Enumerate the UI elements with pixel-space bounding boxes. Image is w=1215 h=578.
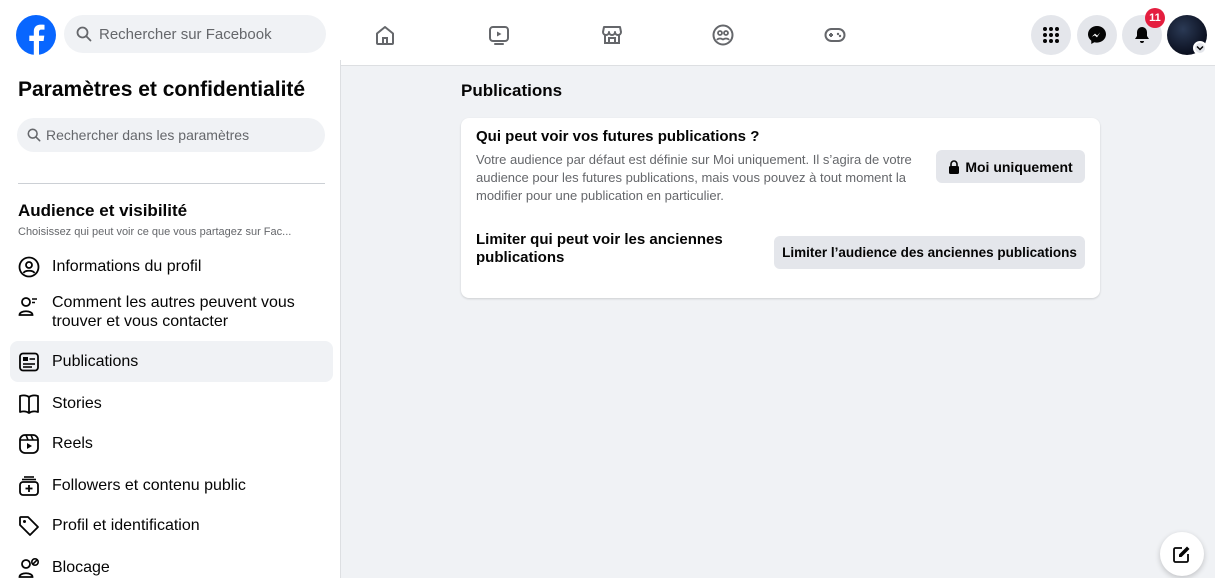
section-subtitle: Choisissez qui peut voir ce que vous par…	[18, 226, 292, 238]
search-placeholder: Rechercher sur Facebook	[99, 25, 272, 43]
blocking-icon	[18, 557, 40, 578]
messenger-button[interactable]	[1077, 15, 1117, 55]
sidebar-item-publications[interactable]: Publications	[10, 341, 333, 382]
sidebar-item-label: Informations du profil	[52, 258, 202, 275]
search-icon	[76, 26, 92, 42]
lock-icon	[949, 159, 960, 174]
future-posts-description: Votre audience par défaut est définie su…	[476, 152, 912, 203]
sidebar-item-find-contact[interactable]: Comment les autres peuvent vous trouver …	[10, 293, 333, 337]
video-icon[interactable]	[486, 22, 512, 48]
sidebar-title: Paramètres et confidentialité	[18, 78, 306, 101]
followers-icon	[18, 475, 40, 497]
compose-icon	[1173, 546, 1190, 563]
profile-info-icon	[18, 256, 40, 278]
find-contact-icon	[18, 295, 40, 317]
future-posts-title: Qui peut voir vos futures publications ?	[476, 128, 760, 145]
sidebar-item-blocking[interactable]: Blocage	[10, 554, 333, 578]
marketplace-icon[interactable]	[599, 22, 625, 48]
page-title: Publications	[461, 81, 563, 100]
section-title: Audience et visibilité	[18, 201, 188, 220]
facebook-logo[interactable]	[16, 15, 56, 55]
facebook-search-input[interactable]: Rechercher sur Facebook	[64, 15, 326, 53]
settings-search-input[interactable]: Rechercher dans les paramètres	[17, 118, 325, 152]
top-navigation-bar: Rechercher sur Facebook 11	[0, 0, 1215, 66]
gaming-icon[interactable]	[822, 22, 848, 48]
sidebar-item-label: Profil et identification	[52, 517, 200, 534]
sidebar-item-label: Stories	[52, 395, 102, 412]
menu-button[interactable]	[1031, 15, 1071, 55]
home-icon[interactable]	[372, 22, 398, 48]
grid-menu-icon	[1043, 27, 1059, 43]
stories-icon	[18, 393, 40, 415]
search-icon	[27, 128, 41, 142]
new-message-button[interactable]	[1160, 532, 1204, 576]
sidebar-item-label: Blocage	[52, 559, 110, 576]
sidebar-item-reels[interactable]: Reels	[10, 430, 333, 458]
sidebar-item-label: Publications	[52, 352, 139, 370]
audience-only-me-button[interactable]: Moi uniquement	[936, 150, 1085, 183]
posts-icon	[18, 351, 40, 373]
limit-past-posts-label: Limiter l’audience des anciennes publica…	[782, 245, 1077, 260]
settings-sidebar: Paramètres et confidentialité Rechercher…	[0, 60, 341, 578]
chevron-down-icon[interactable]	[1193, 41, 1207, 55]
limit-past-posts-button[interactable]: Limiter l’audience des anciennes publica…	[774, 236, 1085, 269]
sidebar-item-profile-tagging[interactable]: Profil et identification	[10, 512, 333, 540]
sidebar-item-label: Comment les autres peuvent vous trouver …	[52, 294, 295, 330]
sidebar-item-profile-info[interactable]: Informations du profil	[10, 253, 333, 281]
notification-badge: 11	[1145, 8, 1165, 28]
audience-button-label: Moi uniquement	[965, 158, 1073, 175]
reels-icon	[18, 433, 40, 455]
sidebar-item-label: Followers et contenu public	[52, 477, 246, 494]
sidebar-item-stories[interactable]: Stories	[10, 390, 333, 418]
tag-icon	[18, 515, 40, 537]
facebook-f-icon	[29, 24, 45, 55]
groups-icon[interactable]	[710, 22, 736, 48]
sidebar-item-followers[interactable]: Followers et contenu public	[10, 472, 333, 500]
sidebar-item-label: Reels	[52, 435, 93, 452]
past-posts-title: Limiter qui peut voir les anciennes publ…	[476, 231, 723, 266]
publications-settings-card: Qui peut voir vos futures publications ?…	[461, 118, 1100, 298]
bell-icon	[1135, 27, 1149, 43]
settings-search-placeholder: Rechercher dans les paramètres	[46, 127, 250, 143]
divider	[18, 183, 325, 184]
messenger-icon	[1088, 26, 1106, 44]
